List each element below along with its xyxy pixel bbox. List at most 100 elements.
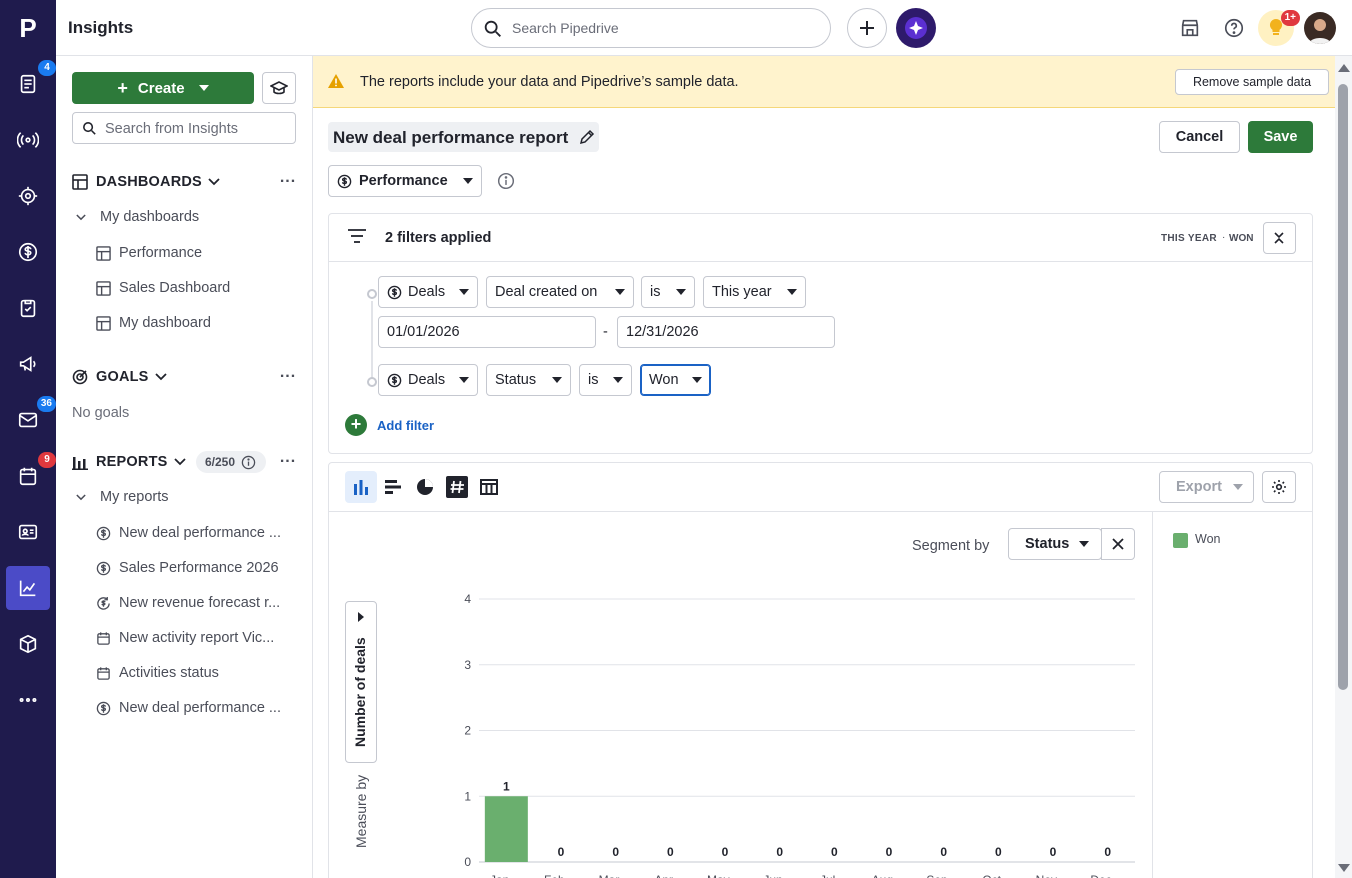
- chart-settings-button[interactable]: [1262, 471, 1296, 503]
- dashboard-item-my-dashboard[interactable]: My dashboard: [96, 313, 296, 333]
- chart-type-pie-button[interactable]: [409, 471, 441, 503]
- filters-panel: 2 filters applied THIS YEAR · WON Deals …: [328, 213, 1313, 454]
- measure-by-value: Number of deals: [352, 637, 368, 747]
- save-button[interactable]: Save: [1248, 121, 1313, 153]
- report-item[interactable]: New deal performance ...: [96, 523, 296, 543]
- nav-leads[interactable]: 4: [6, 60, 56, 106]
- filter1-entity-dropdown[interactable]: Deals: [378, 276, 478, 308]
- column-chart-icon: [354, 480, 368, 495]
- cancel-button[interactable]: Cancel: [1159, 121, 1240, 153]
- search-icon: [484, 20, 501, 37]
- dashboard-item-sales[interactable]: Sales Dashboard: [96, 278, 296, 298]
- main-scrollbar[interactable]: [1335, 56, 1352, 878]
- quick-add-button[interactable]: [847, 8, 887, 48]
- nav-products[interactable]: [6, 622, 50, 666]
- remove-sample-data-button[interactable]: Remove sample data: [1175, 69, 1329, 95]
- data-label: 0: [558, 845, 565, 859]
- scroll-down-arrow[interactable]: [1338, 864, 1350, 872]
- my-dashboards-label: My dashboards: [100, 209, 200, 225]
- nav-contacts[interactable]: [6, 510, 50, 554]
- dashboard-item-performance[interactable]: Performance: [96, 243, 296, 263]
- dashboard-item-label: Performance: [119, 245, 203, 261]
- plus-icon: +: [117, 77, 128, 98]
- filters-header[interactable]: 2 filters applied THIS YEAR · WON: [329, 214, 1312, 262]
- reports-header[interactable]: REPORTS: [72, 451, 194, 473]
- scroll-up-arrow[interactable]: [1338, 64, 1350, 72]
- report-item[interactable]: New revenue forecast r...: [96, 593, 296, 613]
- nav-broadcast[interactable]: [6, 118, 50, 162]
- chart-type-table-button[interactable]: [473, 471, 505, 503]
- nav-campaigns[interactable]: [6, 342, 50, 386]
- nav-insights[interactable]: [6, 566, 50, 610]
- date-from-input[interactable]: 01/01/2026: [378, 316, 596, 348]
- date-to-input[interactable]: 12/31/2026: [617, 316, 835, 348]
- report-item-label: New deal performance ...: [119, 700, 281, 716]
- report-item[interactable]: Activities status: [96, 663, 296, 683]
- filter2-field-dropdown[interactable]: Status: [486, 364, 571, 396]
- nav-activities[interactable]: 9: [6, 452, 56, 498]
- x-tick-label: Mar ...: [599, 873, 633, 878]
- filter2-value: Won: [649, 372, 679, 388]
- legend-swatch-won[interactable]: [1173, 533, 1188, 548]
- info-icon[interactable]: [497, 172, 515, 190]
- create-button[interactable]: + Create: [72, 72, 254, 104]
- chart-type-bar-button[interactable]: [377, 471, 409, 503]
- report-item-label: Activities status: [119, 665, 219, 681]
- avatar[interactable]: [1304, 12, 1336, 44]
- nav-deals[interactable]: [6, 230, 50, 274]
- help-button[interactable]: [1220, 14, 1248, 42]
- remove-segment-button[interactable]: [1101, 528, 1135, 560]
- report-title-field[interactable]: New deal performance report: [328, 122, 599, 152]
- chart-type-scorecard-button[interactable]: [441, 471, 473, 503]
- x-tick-label: Feb ...: [544, 873, 578, 878]
- forecast-icon: [97, 596, 110, 610]
- report-item[interactable]: New activity report Vic...: [96, 628, 296, 648]
- goals-more-button[interactable]: ...: [278, 365, 298, 388]
- dashboards-header[interactable]: DASHBOARDS: [72, 171, 228, 193]
- chart-type-column-button[interactable]: [345, 471, 377, 503]
- my-dashboards-group[interactable]: My dashboards: [76, 207, 199, 227]
- filter1-value-dropdown[interactable]: This year: [703, 276, 806, 308]
- pipedrive-logo[interactable]: P: [0, 0, 56, 56]
- nav-tasks[interactable]: [6, 286, 50, 330]
- ai-assistant-button[interactable]: [896, 8, 936, 48]
- dashboards-more-button[interactable]: ...: [278, 170, 298, 193]
- report-item[interactable]: New deal performance ...: [96, 698, 296, 718]
- segment-by-dropdown[interactable]: Status: [1008, 528, 1102, 560]
- bar-jan[interactable]: [484, 796, 528, 862]
- export-button[interactable]: Export: [1159, 471, 1254, 503]
- filter-connector-dot: [367, 289, 377, 299]
- measure-by-dropdown[interactable]: Number of deals: [345, 601, 377, 763]
- info-icon[interactable]: [241, 455, 256, 470]
- reports-more-button[interactable]: ...: [278, 450, 298, 473]
- collapse-filters-button[interactable]: [1263, 222, 1296, 254]
- goals-header[interactable]: GOALS: [72, 366, 175, 388]
- nav-mail[interactable]: 36: [6, 396, 56, 442]
- data-label: 0: [667, 845, 674, 859]
- add-filter-button[interactable]: + Add filter: [345, 414, 434, 436]
- report-item[interactable]: Sales Performance 2026: [96, 558, 296, 578]
- scrollbar-thumb[interactable]: [1338, 84, 1348, 690]
- marketplace-button[interactable]: [1176, 14, 1204, 42]
- filter-tag-this-year: THIS YEAR: [1161, 233, 1217, 244]
- insights-search-input[interactable]: Search from Insights: [72, 112, 296, 144]
- report-editor: The reports include your data and Pipedr…: [313, 56, 1335, 878]
- nav-target[interactable]: [6, 174, 50, 218]
- filter1-operator-dropdown[interactable]: is: [641, 276, 695, 308]
- filter1-field-dropdown[interactable]: Deal created on: [486, 276, 634, 308]
- legend-label-won[interactable]: Won: [1195, 532, 1220, 546]
- pencil-icon[interactable]: [579, 129, 595, 145]
- data-label: 1: [503, 779, 510, 793]
- academy-button[interactable]: [262, 72, 296, 104]
- filter2-operator-dropdown[interactable]: is: [579, 364, 632, 396]
- my-reports-group[interactable]: My reports: [76, 487, 169, 507]
- x-tick-label: Apr ...: [654, 873, 686, 878]
- filter2-value-dropdown[interactable]: Won: [640, 364, 711, 396]
- tips-button[interactable]: 1+: [1258, 10, 1300, 46]
- global-search-input[interactable]: Search Pipedrive: [471, 8, 831, 48]
- nav-more[interactable]: [6, 678, 50, 722]
- app-root: P 4 36 9 Insights Search Pipedrive 1+ + …: [0, 0, 1352, 878]
- more-icon: [19, 697, 37, 703]
- report-type-dropdown[interactable]: Performance: [328, 165, 482, 197]
- filter2-entity-dropdown[interactable]: Deals: [378, 364, 478, 396]
